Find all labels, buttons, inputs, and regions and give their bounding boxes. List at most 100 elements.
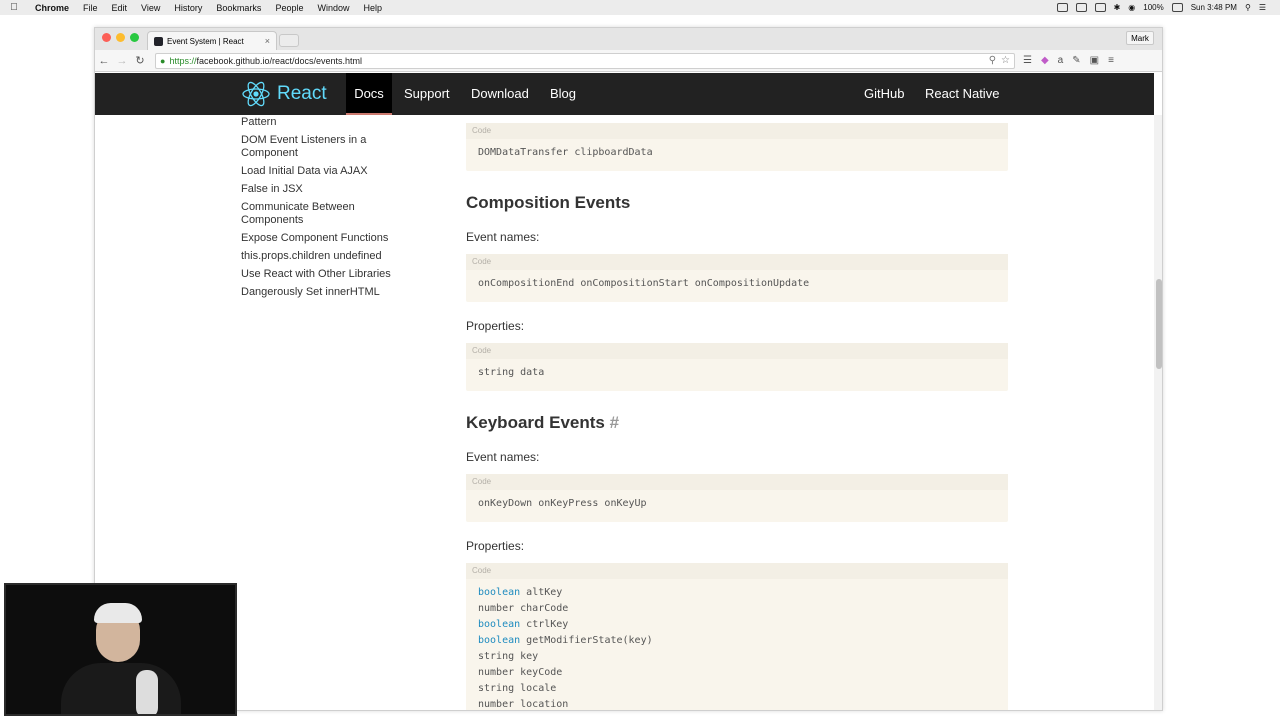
scrollbar-thumb[interactable]: [1156, 279, 1162, 369]
new-tab-button[interactable]: [279, 34, 299, 47]
tag-extension-icon[interactable]: ◆: [1041, 55, 1049, 66]
property-line: string key: [478, 651, 538, 662]
bookmark-star-icon[interactable]: ☆: [1001, 55, 1010, 66]
notification-center-icon[interactable]: ☰: [1259, 3, 1266, 12]
code-block: Code DOMDataTransfer clipboardData: [466, 123, 1008, 171]
extension-icons: ☰ ◆ a ✎ ▣ ≡: [1023, 55, 1114, 66]
property-type: string: [478, 651, 515, 662]
property-line: boolean altKey: [478, 587, 562, 598]
nav-github[interactable]: GitHub: [864, 73, 904, 115]
menu-people[interactable]: People: [268, 3, 310, 13]
sidebar-item-other-libraries[interactable]: Use React with Other Libraries: [241, 268, 411, 281]
code-block: Code onKeyDown onKeyPress onKeyUp: [466, 474, 1008, 522]
nav-docs[interactable]: Docs: [346, 73, 392, 115]
menu-history[interactable]: History: [167, 3, 209, 13]
browser-tab[interactable]: Event System | React ×: [147, 31, 277, 50]
url-path: facebook.github.io/react/docs/events.htm…: [196, 55, 363, 66]
property-line: number charCode: [478, 603, 568, 614]
sidebar-item-dom-event-listeners[interactable]: DOM Event Listeners in a Component: [241, 134, 411, 160]
property-type: boolean: [478, 619, 521, 630]
property-type: number: [478, 699, 515, 710]
section-title: Composition Events: [466, 193, 631, 212]
code-text: onKeyDown onKeyPress onKeyUp: [478, 498, 647, 509]
macos-menu-bar:  Chrome File Edit View History Bookmark…: [0, 0, 1280, 15]
screen-record-icon[interactable]: [1075, 3, 1087, 12]
presenter-cap: [94, 603, 142, 623]
property-name: location: [514, 699, 569, 710]
browser-toolbar: ← → ↻ ● https://facebook.github.io/react…: [95, 50, 1162, 72]
brand-name: React: [277, 83, 327, 104]
ar-extension-icon[interactable]: ▣: [1090, 55, 1099, 66]
event-names-label: Event names:: [466, 230, 540, 244]
menu-window[interactable]: Window: [310, 3, 356, 13]
scrollbar[interactable]: [1154, 115, 1162, 710]
camera-icon[interactable]: [1094, 3, 1106, 12]
profile-button[interactable]: Mark: [1126, 31, 1154, 45]
properties-label: Properties:: [466, 539, 525, 553]
code-label: Code: [466, 254, 1008, 270]
nav-support[interactable]: Support: [404, 73, 450, 115]
webcam-overlay: [4, 583, 237, 716]
url-scheme: https://: [169, 55, 197, 66]
lock-icon: ●: [160, 55, 166, 66]
amazon-extension-icon[interactable]: a: [1058, 55, 1064, 66]
zoom-icon[interactable]: ⚲: [989, 55, 996, 66]
code-label: Code: [466, 343, 1008, 359]
sidebar-item-load-initial-data[interactable]: Load Initial Data via AJAX: [241, 165, 411, 178]
buffer-extension-icon[interactable]: ☰: [1023, 55, 1032, 66]
address-bar[interactable]: ● https://facebook.github.io/react/docs/…: [155, 52, 1015, 69]
menu-bookmarks[interactable]: Bookmarks: [209, 3, 268, 13]
chrome-menu-icon[interactable]: ≡: [1108, 55, 1114, 66]
sidebar-item-communicate-between[interactable]: Communicate Between Components: [241, 201, 411, 227]
event-names-label: Event names:: [466, 450, 540, 464]
property-name: charCode: [514, 603, 569, 614]
forward-icon[interactable]: →: [113, 55, 131, 67]
pen-extension-icon[interactable]: ✎: [1072, 55, 1080, 66]
reload-icon[interactable]: ↻: [131, 54, 149, 67]
menu-app-name[interactable]: Chrome: [28, 3, 76, 13]
nav-blog[interactable]: Blog: [550, 73, 576, 115]
property-line: string locale: [478, 683, 556, 694]
sidebar-item-pattern[interactable]: Pattern: [241, 116, 411, 129]
sidebar-item-false-in-jsx[interactable]: False in JSX: [241, 183, 411, 196]
property-type: boolean: [478, 635, 521, 646]
nav-download[interactable]: Download: [471, 73, 529, 115]
code-text: string data: [478, 367, 545, 378]
apple-icon[interactable]: : [0, 2, 28, 13]
tab-close-icon[interactable]: ×: [265, 36, 270, 46]
property-type: boolean: [478, 587, 521, 598]
menu-file[interactable]: File: [76, 3, 105, 13]
property-name: key: [514, 651, 539, 662]
nav-react-native[interactable]: React Native: [925, 73, 999, 115]
clock[interactable]: Sun 3:48 PM: [1191, 3, 1237, 12]
property-line: boolean ctrlKey: [478, 619, 568, 630]
sidebar-item-expose-functions[interactable]: Expose Component Functions: [241, 232, 411, 245]
minimize-window-icon[interactable]: [116, 33, 125, 42]
menu-help[interactable]: Help: [356, 3, 389, 13]
maximize-window-icon[interactable]: [130, 33, 139, 42]
code-block: Code string data: [466, 343, 1008, 391]
airplay-icon[interactable]: [1056, 3, 1068, 12]
property-name: keyCode: [514, 667, 563, 678]
property-name: ctrlKey: [520, 619, 569, 630]
back-icon[interactable]: ←: [95, 55, 113, 67]
wifi-icon[interactable]: ◉: [1128, 3, 1135, 12]
section-title: Keyboard Events #: [466, 413, 619, 433]
react-logo[interactable]: React: [241, 80, 327, 108]
spotlight-icon[interactable]: ⚲: [1245, 3, 1251, 12]
presenter-body: [61, 663, 181, 714]
sidebar-item-props-children[interactable]: this.props.children undefined: [241, 250, 411, 263]
menu-edit[interactable]: Edit: [105, 3, 135, 13]
bluetooth-icon[interactable]: ✱: [1114, 3, 1121, 12]
close-window-icon[interactable]: [102, 33, 111, 42]
battery-percent[interactable]: 100%: [1143, 3, 1163, 12]
anchor-link[interactable]: #: [610, 413, 619, 432]
code-block: Code boolean altKey number charCode bool…: [466, 563, 1008, 710]
sidebar-item-dangerously-set[interactable]: Dangerously Set innerHTML: [241, 286, 411, 299]
menu-view[interactable]: View: [134, 3, 167, 13]
property-name: getModifierState(key): [520, 635, 653, 646]
code-block: Code onCompositionEnd onCompositionStart…: [466, 254, 1008, 302]
code-text: onCompositionEnd onCompositionStart onCo…: [478, 278, 810, 289]
battery-icon[interactable]: [1171, 3, 1183, 12]
property-line: number location: [478, 699, 568, 710]
